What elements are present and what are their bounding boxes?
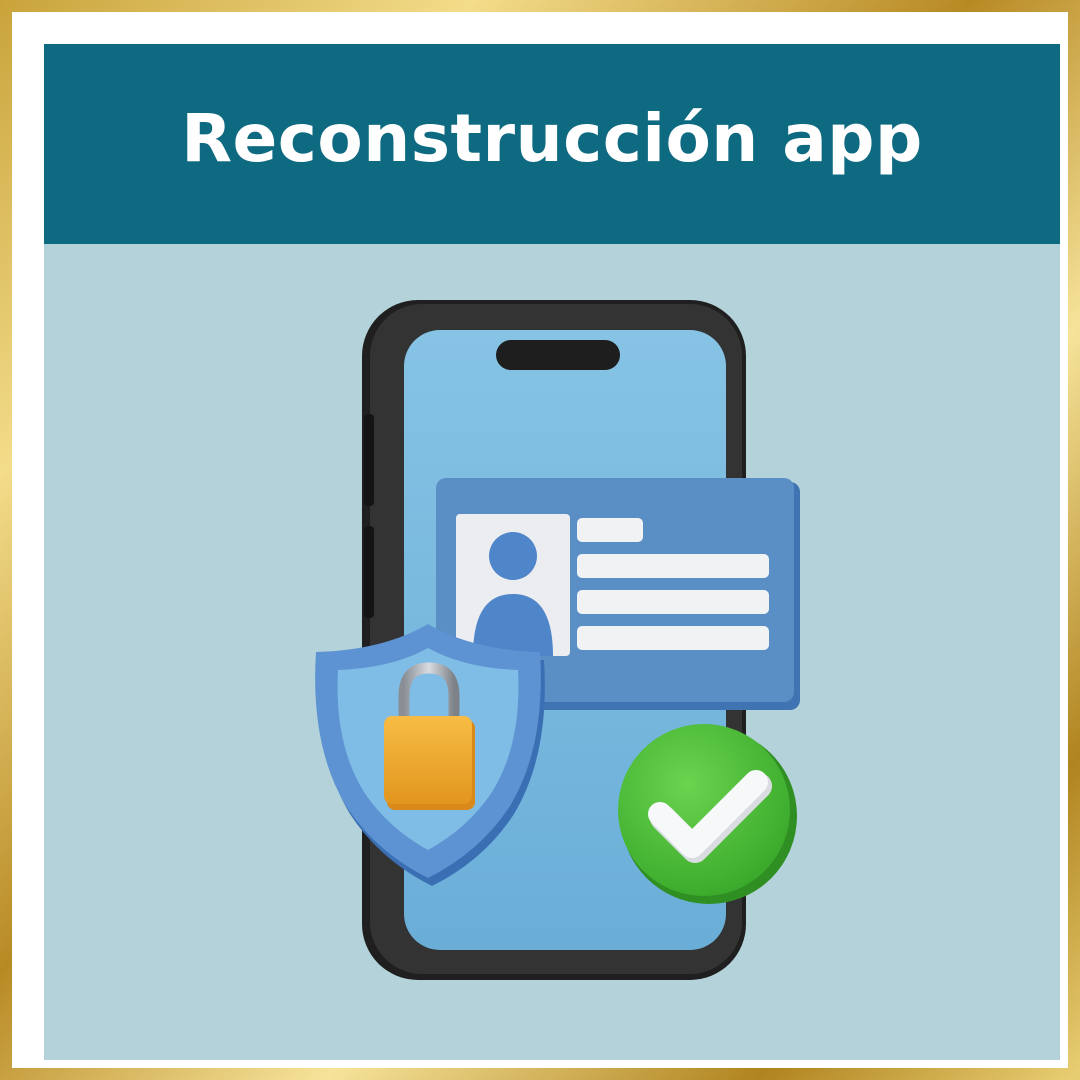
title-banner: Reconstrucción app <box>44 44 1060 244</box>
security-illustration <box>44 244 1060 1060</box>
content-card: Reconstrucción app <box>44 44 1060 1060</box>
white-mat: Reconstrucción app <box>12 12 1068 1068</box>
gold-border-frame: Reconstrucción app <box>0 0 1080 1080</box>
page-title: Reconstrucción app <box>181 99 923 177</box>
